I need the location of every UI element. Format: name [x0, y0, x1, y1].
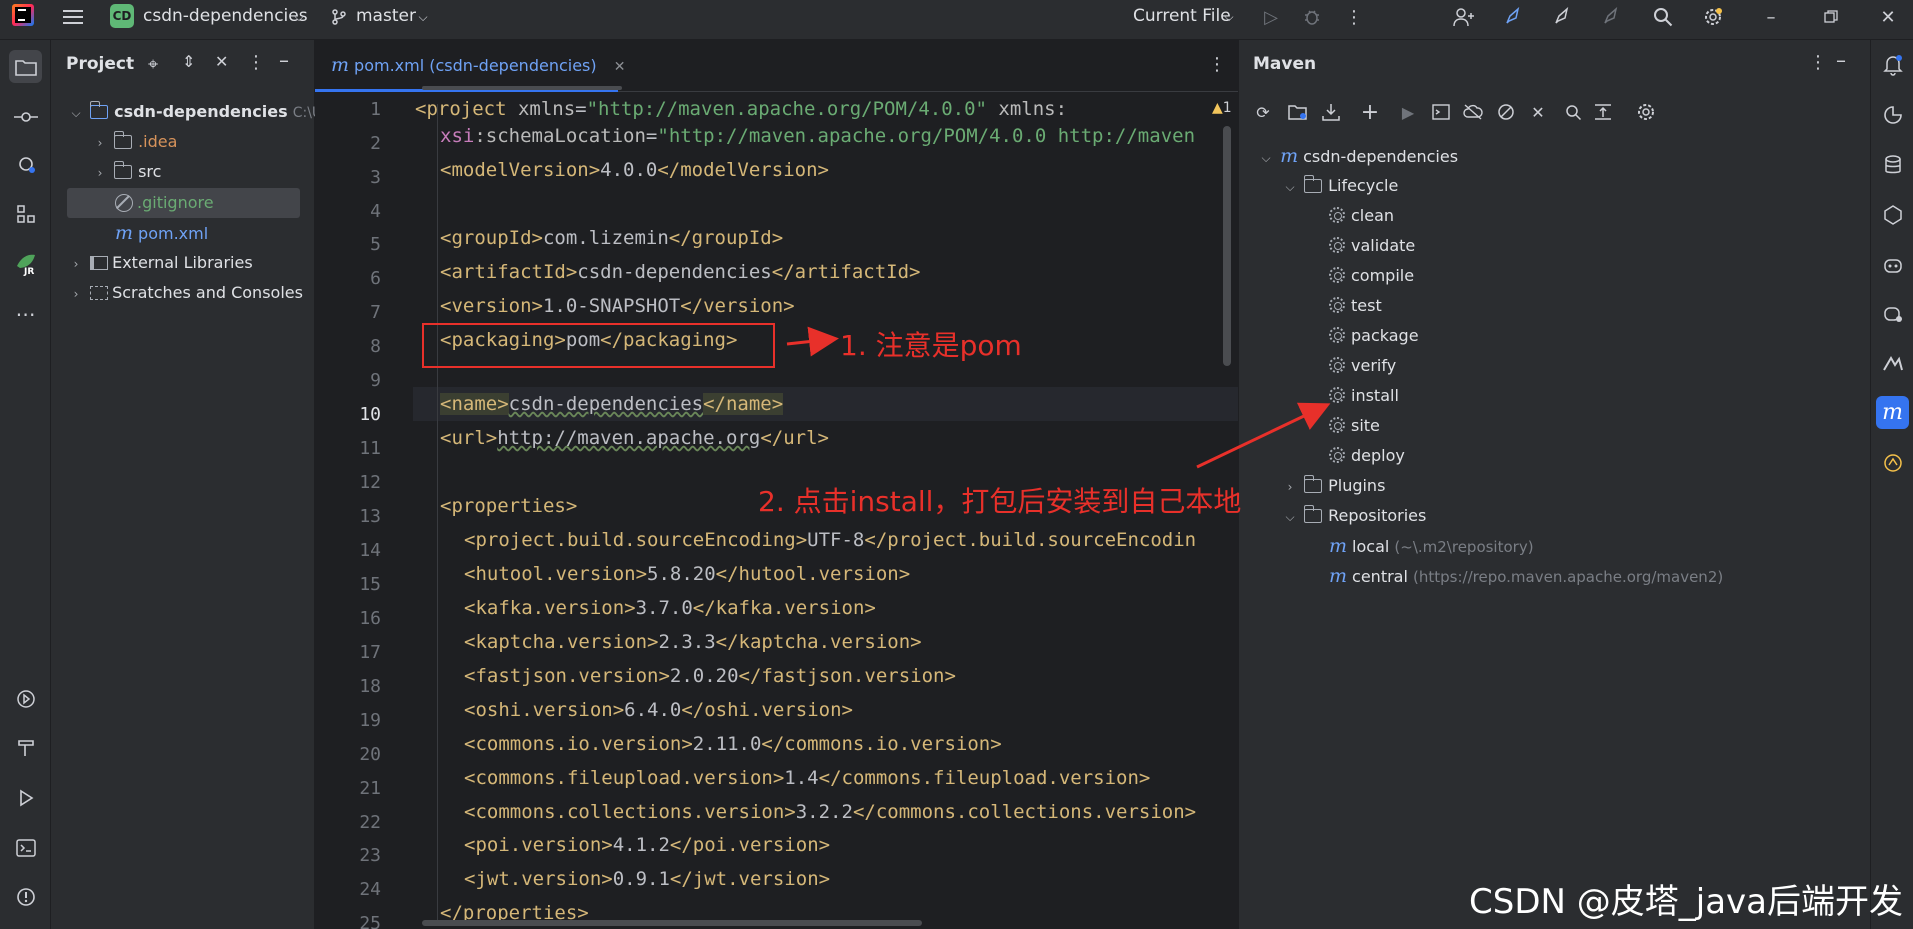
annotation-arrows [786, 326, 1331, 469]
arrow-to-install [1196, 402, 1331, 469]
arrow-to-packaging [786, 326, 839, 357]
csdn-watermark: CSDN @皮塔_java后端开发 [1469, 882, 1903, 922]
annotation-note-2: 2. 点击install，打包后安装到自己本地 [758, 485, 1242, 518]
annotation-note-1: 1. 注意是pom [840, 329, 1022, 362]
